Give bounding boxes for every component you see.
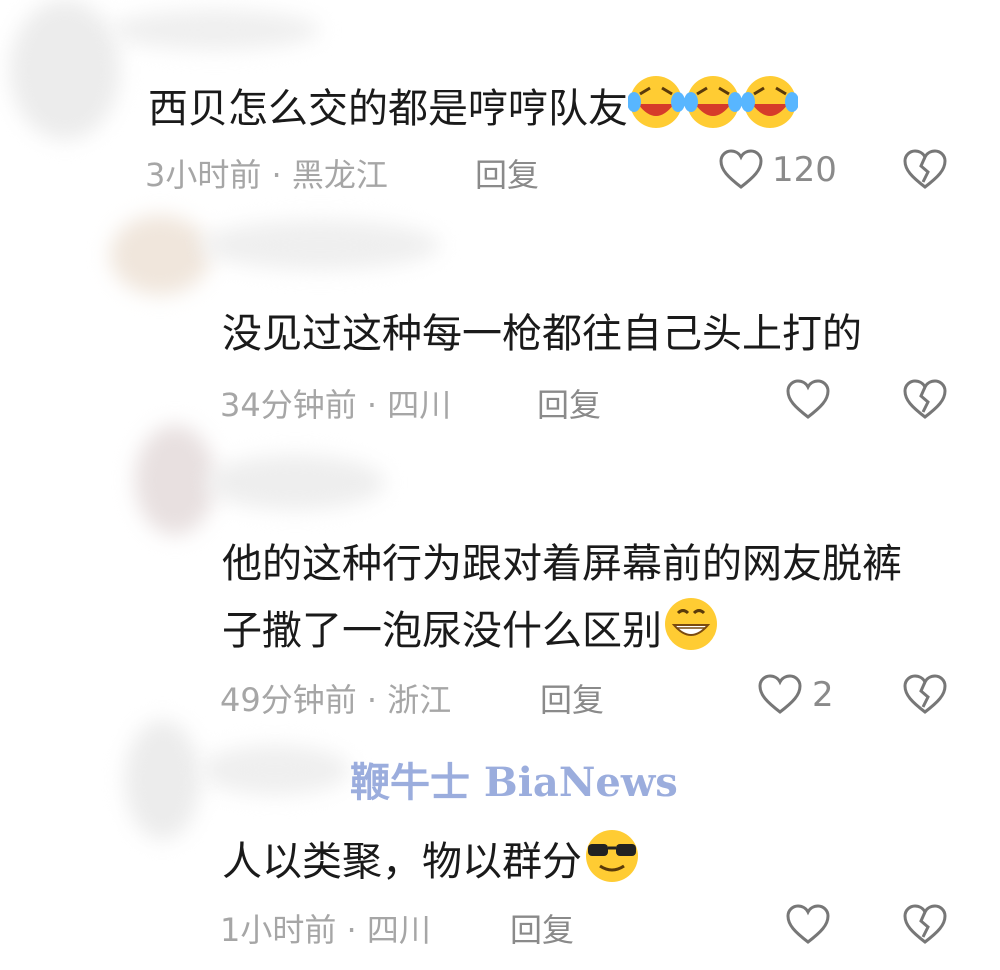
- comment-meta: 34分钟前 · 四川: [220, 386, 452, 424]
- like-count: 2: [812, 675, 834, 715]
- dislike-icon[interactable]: [902, 378, 948, 424]
- dislike-icon[interactable]: [902, 903, 948, 949]
- reply-button[interactable]: 回复: [540, 675, 604, 721]
- comment-meta: 49分钟前 · 浙江: [220, 681, 452, 719]
- heart-icon[interactable]: [718, 148, 764, 194]
- comment-meta: 3小时前 · 黑龙江: [145, 156, 388, 194]
- laugh-cry-icon: [627, 72, 799, 150]
- grin-icon: [662, 595, 720, 671]
- comment-text: 人以类聚，物以群分: [222, 826, 642, 902]
- comment-text: 他的这种行为跟对着屏幕前的网友脱裤 子撒了一泡尿没什么区别: [222, 533, 902, 671]
- comment-meta: 1小时前 · 四川: [220, 911, 431, 949]
- username-blurred: [110, 10, 320, 50]
- comment-text: 没见过这种每一枪都往自己头上打的: [222, 311, 862, 357]
- reply-button[interactable]: 回复: [510, 905, 574, 951]
- username-blurred: [200, 745, 350, 795]
- username-blurred: [200, 220, 440, 270]
- heart-icon[interactable]: [757, 673, 803, 719]
- dislike-icon[interactable]: [902, 673, 948, 719]
- avatar[interactable]: [135, 425, 215, 535]
- username-blurred: [205, 455, 385, 510]
- heart-icon[interactable]: [785, 903, 831, 949]
- avatar[interactable]: [125, 720, 200, 840]
- sunglasses-icon: [582, 826, 642, 902]
- watermark: 鞭牛士 BiaNews: [350, 759, 678, 806]
- comment-text: 西贝怎么交的都是哼哼队友: [148, 72, 799, 150]
- reply-button[interactable]: 回复: [537, 380, 601, 426]
- dislike-icon[interactable]: [902, 148, 948, 194]
- avatar[interactable]: [110, 215, 210, 295]
- avatar[interactable]: [10, 0, 120, 140]
- like-count: 120: [772, 150, 837, 190]
- reply-button[interactable]: 回复: [475, 150, 539, 196]
- heart-icon[interactable]: [785, 378, 831, 424]
